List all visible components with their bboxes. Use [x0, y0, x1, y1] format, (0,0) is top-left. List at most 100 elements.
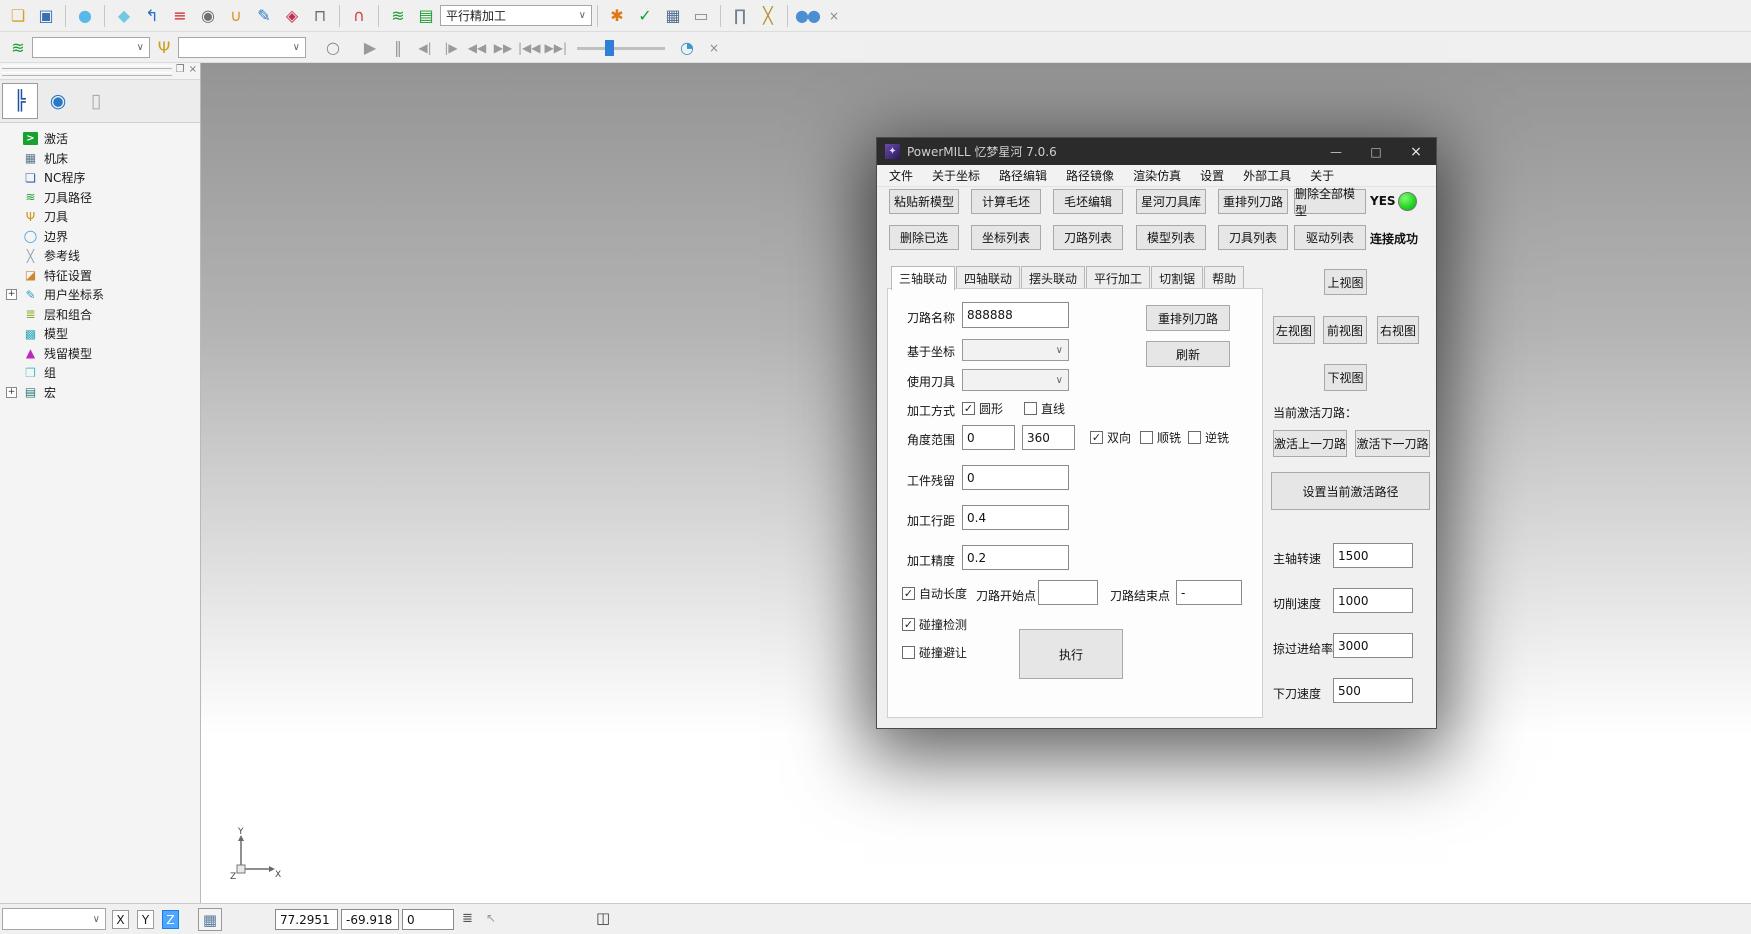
activate-next-toolpath-button[interactable]: 激活下一刀路: [1355, 430, 1430, 457]
tool-list-button[interactable]: 刀具列表: [1218, 225, 1288, 250]
tool-dropdown[interactable]: ∨: [178, 37, 306, 58]
tool-icon[interactable]: Ψ: [151, 35, 177, 61]
toolpath-name-input[interactable]: [962, 302, 1069, 328]
tab-help[interactable]: 帮助: [1204, 266, 1244, 289]
pencil-curve-icon[interactable]: ✎: [251, 3, 277, 29]
tool-select[interactable]: ∨: [962, 369, 1069, 391]
menu-about-coords[interactable]: 关于坐标: [932, 167, 980, 184]
toolbar-close-icon[interactable]: ×: [702, 35, 726, 61]
calculator-icon[interactable]: ▦: [660, 3, 686, 29]
toolpath-icon[interactable]: ≋: [5, 35, 31, 61]
grip-bar[interactable]: [2, 72, 172, 76]
toolpath-dropdown[interactable]: ∨: [32, 37, 150, 58]
menu-external-tools[interactable]: 外部工具: [1243, 167, 1291, 184]
tool-ball-icon[interactable]: ◉: [195, 3, 221, 29]
tree-item-toolpaths[interactable]: ≋刀具路径: [6, 188, 200, 208]
toolpath-icon[interactable]: ≋: [385, 3, 411, 29]
collision-check-checkbox[interactable]: ✓碰撞检测: [902, 616, 967, 633]
clock-icon[interactable]: ◔: [674, 35, 700, 61]
skim-feed-input[interactable]: [1333, 633, 1413, 658]
toolpath-end-input[interactable]: [1176, 580, 1242, 605]
favorite-tool-icon[interactable]: ✱: [604, 3, 630, 29]
go-to-end-icon[interactable]: ▶▶|: [544, 35, 569, 61]
cylinders-icon[interactable]: ●●: [794, 3, 820, 29]
panel-grips[interactable]: ❐ ×: [0, 63, 200, 80]
line-checkbox[interactable]: 直线: [1024, 400, 1065, 417]
list-icon[interactable]: ≣: [462, 911, 473, 926]
tab-4axis[interactable]: 四轴联动: [956, 266, 1020, 289]
rearrange-button[interactable]: 重排列刀路: [1146, 305, 1230, 331]
feed-rate-icon[interactable]: ≡: [167, 3, 193, 29]
save-icon[interactable]: ▣: [33, 3, 59, 29]
dialog-titlebar[interactable]: ✦ PowerMILL 忆梦星河 7.0.6 — □ ×: [877, 138, 1436, 165]
view-right-button[interactable]: 右视图: [1377, 316, 1419, 344]
statusbar-dropdown[interactable]: ∨: [2, 908, 106, 930]
tree-item-machine-tools[interactable]: ▦机床: [6, 149, 200, 169]
panels-icon[interactable]: ◫: [596, 909, 610, 927]
tab-parallel[interactable]: 平行加工: [1086, 266, 1150, 289]
collision-avoid-checkbox[interactable]: 碰撞避让: [902, 644, 967, 661]
auto-length-checkbox[interactable]: ✓自动长度: [902, 585, 967, 602]
tab-3axis[interactable]: 三轴联动: [891, 266, 955, 290]
stepover-input[interactable]: [962, 505, 1069, 530]
open-file-icon[interactable]: ❏: [5, 3, 31, 29]
coord-y-input[interactable]: [341, 909, 399, 930]
view-front-button[interactable]: 前视图: [1323, 316, 1367, 344]
block-icon[interactable]: ◆: [111, 3, 137, 29]
menu-settings[interactable]: 设置: [1200, 167, 1224, 184]
tool-arc-icon[interactable]: ∩: [346, 3, 372, 29]
paste-new-model-button[interactable]: 粘贴新模型: [889, 189, 959, 214]
pick-cursor-icon[interactable]: ↖: [486, 911, 496, 925]
tree-item-tools[interactable]: Ψ刀具: [6, 207, 200, 227]
view-top-button[interactable]: 上视图: [1324, 269, 1367, 295]
delete-selected-button[interactable]: 删除已选: [889, 225, 959, 250]
menu-about[interactable]: 关于: [1310, 167, 1334, 184]
ruler-icon[interactable]: ▭: [688, 3, 714, 29]
rewind-icon[interactable]: ◀◀: [465, 35, 489, 61]
tree-item-nc-programs[interactable]: ❏NC程序: [6, 168, 200, 188]
block-edit-button[interactable]: 毛坯编辑: [1053, 189, 1123, 214]
tab-tilt-head[interactable]: 摆头联动: [1021, 266, 1085, 289]
leads-icon[interactable]: ↰: [139, 3, 165, 29]
angle-to-input[interactable]: [1022, 425, 1075, 450]
tab-web[interactable]: ◉: [40, 83, 76, 119]
step-back-icon[interactable]: ◀|: [413, 35, 437, 61]
menu-render-simulate[interactable]: 渲染仿真: [1133, 167, 1181, 184]
plunge-feed-input[interactable]: [1333, 678, 1413, 703]
tab-explorer-tree[interactable]: ╠: [2, 83, 38, 119]
view-bottom-button[interactable]: 下视图: [1324, 364, 1367, 391]
spindle-speed-input[interactable]: [1333, 543, 1413, 568]
tree-item-feature-sets[interactable]: ◪特征设置: [6, 266, 200, 286]
drive-list-button[interactable]: 驱动列表: [1294, 225, 1366, 250]
expand-icon[interactable]: +: [6, 289, 17, 300]
set-active-path-button[interactable]: 设置当前激活路径: [1271, 472, 1430, 510]
rearrange-toolpaths-button[interactable]: 重排列刀路: [1218, 189, 1288, 214]
step-forward-icon[interactable]: |▶: [439, 35, 463, 61]
tolerance-input[interactable]: [962, 545, 1069, 570]
tree-item-groups[interactable]: ❒组: [6, 363, 200, 383]
bidirectional-checkbox[interactable]: ✓双向: [1090, 429, 1131, 446]
coord-x-input[interactable]: [275, 909, 338, 930]
conventional-mill-checkbox[interactable]: 逆铣: [1188, 429, 1229, 446]
tree-item-levels-and-sets[interactable]: ≣层和组合: [6, 305, 200, 325]
tab-saw[interactable]: 切割锯: [1151, 266, 1203, 289]
view-left-button[interactable]: 左视图: [1273, 316, 1315, 344]
strategy-list-icon[interactable]: ▤: [413, 3, 439, 29]
boundary-icon[interactable]: ∪: [223, 3, 249, 29]
tool-holder-icon[interactable]: ⊓: [307, 3, 333, 29]
calc-block-button[interactable]: 计算毛坯: [971, 189, 1041, 214]
tab-recycle-bin[interactable]: ▯: [78, 83, 114, 119]
close-button[interactable]: ×: [1396, 138, 1436, 165]
expand-icon[interactable]: +: [6, 387, 17, 398]
go-to-start-icon[interactable]: |◀◀: [517, 35, 542, 61]
strategy-dropdown[interactable]: 平行精加工 ∨: [440, 5, 592, 26]
menu-file[interactable]: 文件: [889, 167, 913, 184]
pattern-icon[interactable]: ◈: [279, 3, 305, 29]
fast-forward-icon[interactable]: ▶▶: [491, 35, 515, 61]
model-list-button[interactable]: 模型列表: [1136, 225, 1206, 250]
tree-item-models[interactable]: ▩模型: [6, 324, 200, 344]
stock-allowance-input[interactable]: [962, 465, 1069, 490]
transform-arrows-icon[interactable]: ╳: [755, 3, 781, 29]
animation-speed-slider[interactable]: [577, 39, 665, 57]
minimize-button[interactable]: —: [1316, 138, 1356, 165]
